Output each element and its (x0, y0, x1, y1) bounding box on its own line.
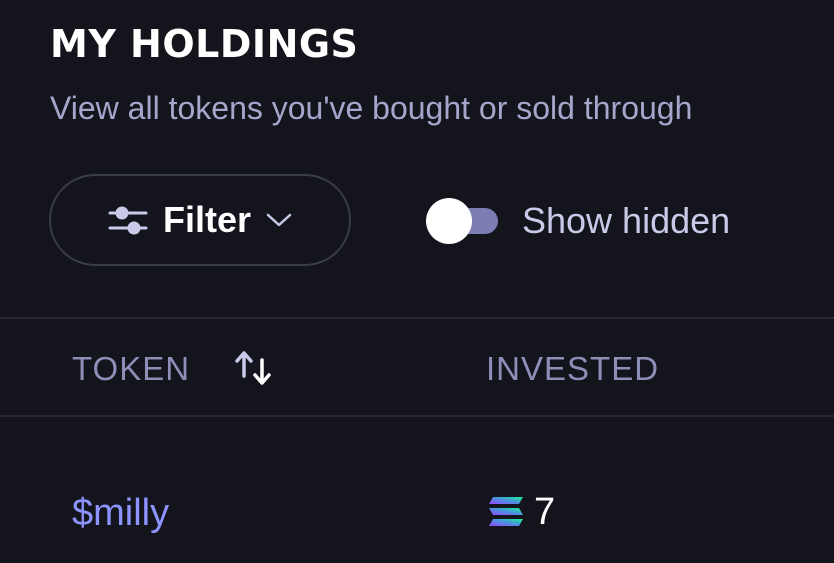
page-subtitle: View all tokens you've bought or sold th… (50, 90, 693, 126)
solana-icon (487, 497, 525, 527)
column-header-invested[interactable]: INVESTED (486, 350, 659, 388)
sliders-icon (107, 202, 149, 238)
invested-value: 7 (534, 491, 556, 533)
filter-button[interactable]: Filter (49, 174, 351, 266)
page-title: MY HOLDINGS (50, 22, 359, 66)
toggle-knob (426, 198, 472, 244)
token-link[interactable]: $milly (72, 492, 169, 535)
table-header-divider (0, 415, 834, 417)
filter-label: Filter (162, 199, 251, 240)
table-top-divider (0, 317, 834, 319)
show-hidden-label: Show hidden (522, 200, 731, 241)
chevron-down-icon (265, 211, 293, 229)
column-header-token[interactable]: TOKEN (72, 350, 190, 388)
holdings-page: MY HOLDINGS View all tokens you've bough… (0, 0, 834, 563)
sort-arrows-icon[interactable] (232, 348, 276, 388)
show-hidden-toggle[interactable] (426, 198, 498, 244)
